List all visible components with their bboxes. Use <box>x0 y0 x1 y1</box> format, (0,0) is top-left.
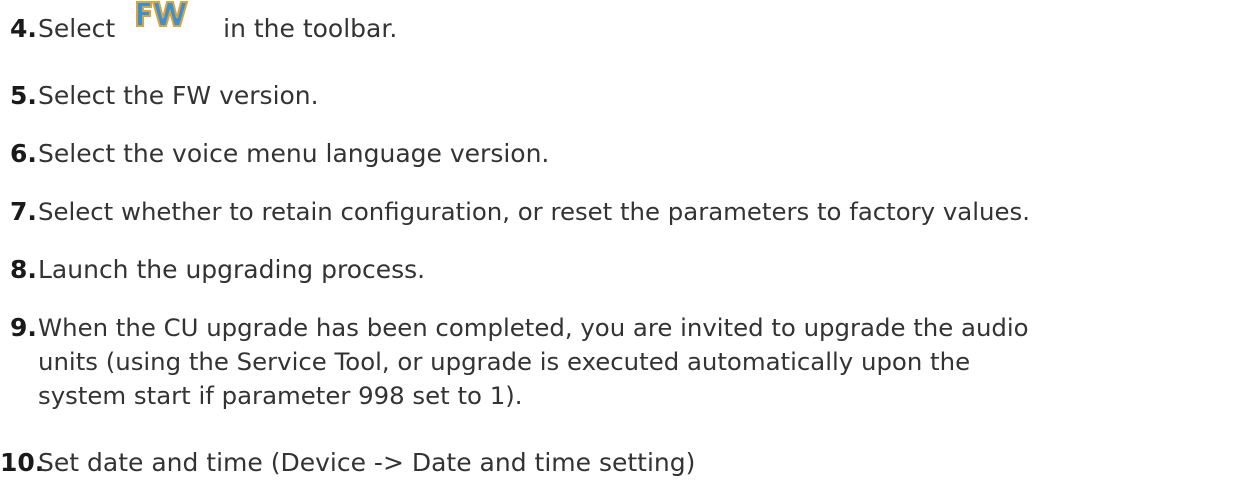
step-text: When the CU upgrade has been completed, … <box>38 311 1029 413</box>
step-number: 7. <box>10 197 37 226</box>
step-text: Launch the upgrading process. <box>38 255 426 284</box>
step-text: Select the FW version. <box>38 81 319 110</box>
document-page: 4. Select in the toolbar. 5. Select the … <box>0 0 1258 477</box>
step-text-line: When the CU upgrade has been completed, … <box>38 313 1029 342</box>
fw-firmware-icon <box>129 0 209 28</box>
step-text: Select whether to retain configuration, … <box>38 197 1030 226</box>
step-text-before: Select <box>38 14 116 43</box>
step-number: 8. <box>10 255 37 284</box>
step-text: Set date and time (Device -> Date and ti… <box>38 448 696 477</box>
step-text: Select in the toolbar. <box>38 1 398 46</box>
step-number: 9. <box>10 313 37 342</box>
step-text-after: in the toolbar. <box>223 14 398 43</box>
step-text: Select the voice menu language version. <box>38 139 550 168</box>
step-number: 4. <box>10 14 37 43</box>
step-number: 6. <box>10 139 37 168</box>
step-text-line: system start if parameter 998 set to 1). <box>38 381 523 410</box>
step-number: 5. <box>10 81 37 110</box>
step-text-line: units (using the Service Tool, or upgrad… <box>38 347 971 376</box>
